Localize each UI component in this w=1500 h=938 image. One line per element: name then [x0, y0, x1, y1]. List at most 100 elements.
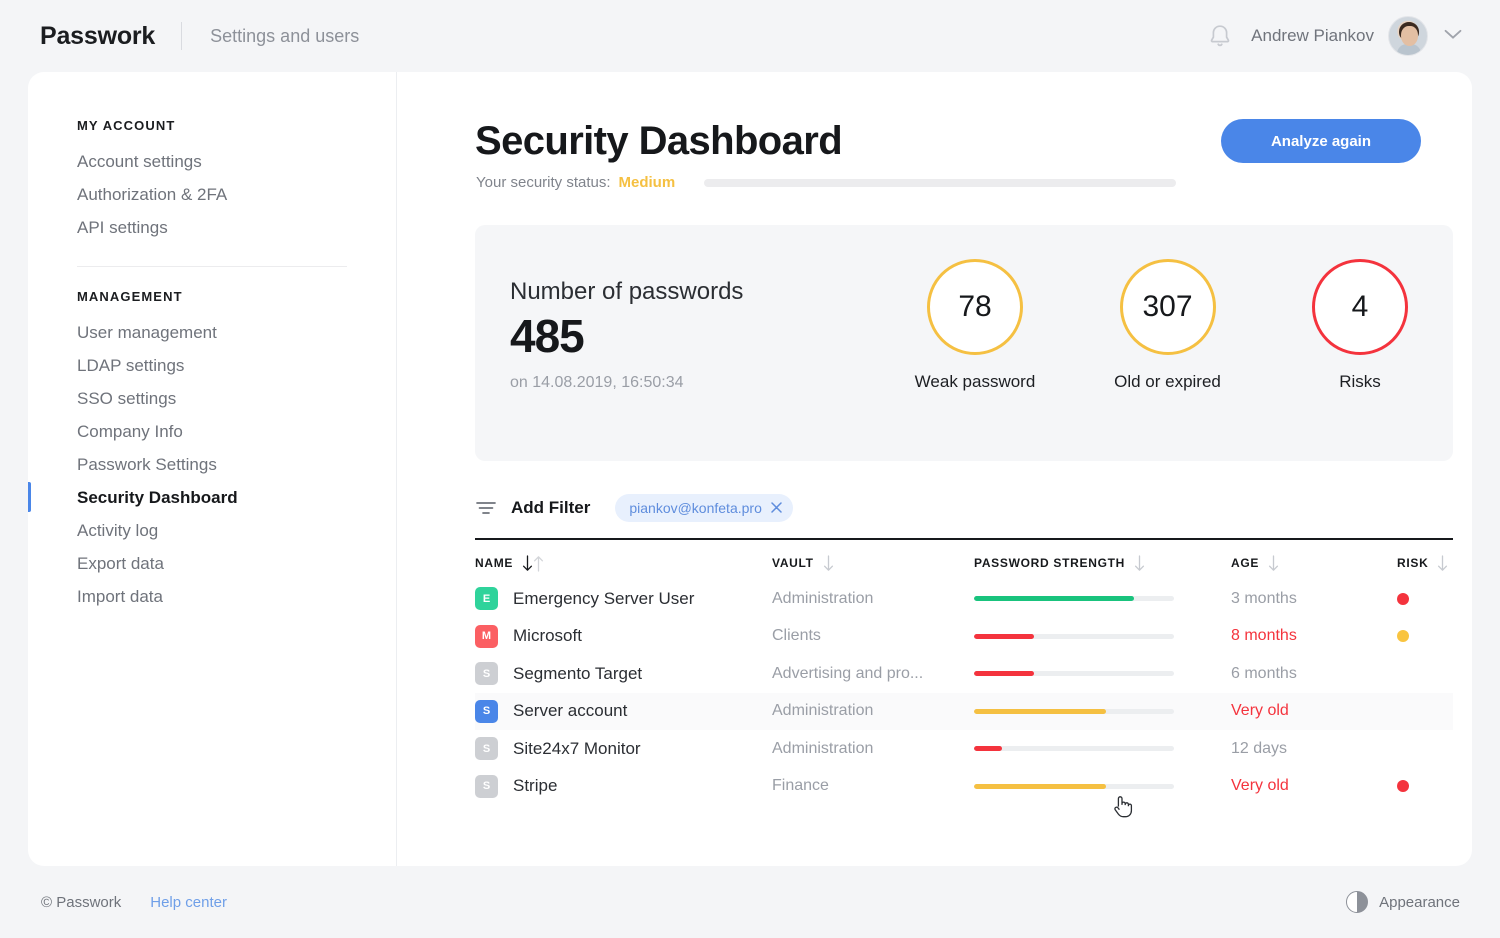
- help-center-link[interactable]: Help center: [150, 894, 227, 911]
- security-status-row: Your security status: Medium: [476, 174, 1177, 191]
- cell-password-strength: [974, 596, 1231, 602]
- table-header-age[interactable]: AGE: [1231, 554, 1397, 572]
- table-row[interactable]: S Site24x7 Monitor Administration 12 days: [475, 730, 1453, 768]
- risk-status-dot: [1397, 630, 1409, 643]
- cell-vault: Administration: [772, 702, 974, 720]
- table-header-name[interactable]: NAME: [475, 554, 772, 572]
- sidebar-item-passwork-settings[interactable]: Passwork Settings: [28, 448, 396, 481]
- chevron-down-icon[interactable]: [1444, 27, 1462, 45]
- row-vault-label: Finance: [772, 777, 829, 795]
- table-row[interactable]: E Emergency Server User Administration 3 mo…: [475, 580, 1453, 618]
- user-name[interactable]: Andrew Piankov: [1251, 26, 1374, 46]
- donut-value: 78: [958, 290, 992, 323]
- sidebar-item-api-settings[interactable]: API settings: [28, 211, 396, 244]
- table-header-label: PASSWORD STRENGTH: [974, 556, 1126, 570]
- page-title: Security Dashboard: [475, 119, 843, 163]
- table-row[interactable]: S Server account Administration Very old: [475, 692, 1453, 730]
- row-age-label: 8 months: [1231, 627, 1297, 645]
- strength-bar: [974, 708, 1174, 714]
- close-icon[interactable]: [771, 500, 782, 516]
- sort-arrow-down-icon[interactable]: [1268, 554, 1279, 572]
- app-logo[interactable]: Passwork: [40, 22, 155, 51]
- sort-arrow-down-icon[interactable]: [1437, 554, 1448, 572]
- sidebar-item-user-management[interactable]: User management: [28, 316, 396, 349]
- donut-circle: 78: [927, 259, 1023, 355]
- cell-vault: Administration: [772, 590, 974, 608]
- cell-name: E Emergency Server User: [475, 587, 772, 611]
- content-card: MY ACCOUNT Account settings Authorizatio…: [28, 72, 1472, 866]
- bell-icon[interactable]: [1207, 22, 1233, 50]
- security-status-label: Your security status:: [476, 174, 611, 191]
- row-age-label: 12 days: [1231, 739, 1288, 757]
- sidebar-item-import-data[interactable]: Import data: [28, 580, 396, 613]
- main-content: Security Dashboard Analyze again Your se…: [398, 72, 1472, 866]
- password-count-date: on 14.08.2019, 16:50:34: [510, 374, 684, 391]
- stat-donuts: 78 Weak password 307 Old or expired 4 Risks: [895, 259, 1440, 392]
- avatar[interactable]: [1388, 16, 1428, 56]
- row-age-label: Very old: [1231, 777, 1289, 795]
- sidebar-item-account-settings[interactable]: Account settings: [28, 145, 396, 178]
- table-header-label: VAULT: [772, 556, 814, 570]
- sidebar-item-export-data[interactable]: Export data: [28, 547, 396, 580]
- appearance-label: Appearance: [1379, 893, 1460, 911]
- table-header-row: NAME VAULT PASSWORD STRENGTH AGE RISK: [475, 540, 1453, 580]
- cell-password-strength: [974, 783, 1231, 789]
- cell-vault: Administration: [772, 740, 974, 758]
- cell-password-strength: [974, 633, 1231, 639]
- donut-value: 4: [1351, 290, 1369, 323]
- sidebar-item-authorization-2fa[interactable]: Authorization & 2FA: [28, 178, 396, 211]
- sidebar: MY ACCOUNT Account settings Authorizatio…: [28, 72, 397, 866]
- sort-arrow-down-icon[interactable]: [1134, 554, 1145, 572]
- avatar-face: [1401, 26, 1418, 46]
- risk-status-dot: [1397, 592, 1409, 605]
- sort-arrow-down-icon[interactable]: [823, 554, 834, 572]
- analyze-again-button[interactable]: Analyze again: [1221, 119, 1421, 163]
- sidebar-divider: [77, 266, 347, 267]
- row-avatar-badge: E: [475, 587, 498, 611]
- sort-arrows-active-icon[interactable]: [522, 554, 544, 572]
- cell-risk: [1397, 780, 1453, 793]
- cell-name: M Microsoft: [475, 624, 772, 648]
- strength-bar: [974, 783, 1174, 789]
- row-avatar-badge: S: [475, 699, 498, 723]
- sidebar-item-company-info[interactable]: Company Info: [28, 415, 396, 448]
- strength-bar-fill: [974, 746, 1002, 752]
- appearance-toggle[interactable]: Appearance: [1346, 891, 1460, 913]
- security-status-value: Medium: [618, 174, 676, 191]
- row-name-label: Stripe: [513, 776, 558, 796]
- sidebar-item-ldap-settings[interactable]: LDAP settings: [28, 349, 396, 382]
- cell-name: S Server account: [475, 699, 772, 723]
- sidebar-group-management: MANAGEMENT User management LDAP settings…: [28, 289, 396, 613]
- filter-row: Add Filter piankov@konfeta.pro: [476, 494, 793, 522]
- cell-age: 12 days: [1231, 740, 1397, 758]
- cell-age: 3 months: [1231, 590, 1397, 608]
- strength-bar: [974, 633, 1174, 639]
- row-name-label: Microsoft: [513, 626, 582, 646]
- table-header-vault[interactable]: VAULT: [772, 554, 974, 572]
- strength-bar: [974, 746, 1174, 752]
- row-age-label: 6 months: [1231, 664, 1297, 682]
- cell-risk: [1397, 592, 1453, 605]
- filter-icon[interactable]: [476, 501, 496, 515]
- add-filter-label[interactable]: Add Filter: [511, 498, 590, 518]
- table-row[interactable]: M Microsoft Clients 8 months: [475, 618, 1453, 656]
- row-avatar-badge: S: [475, 774, 498, 798]
- sidebar-item-sso-settings[interactable]: SSO settings: [28, 382, 396, 415]
- cell-password-strength: [974, 708, 1231, 714]
- donut-circle: 4: [1312, 259, 1408, 355]
- table-header-label: RISK: [1397, 556, 1429, 570]
- table-header-strength[interactable]: PASSWORD STRENGTH: [974, 554, 1231, 572]
- cell-password-strength: [974, 746, 1231, 752]
- sidebar-item-activity-log[interactable]: Activity log: [28, 514, 396, 547]
- table-row[interactable]: S Segmento Target Advertising and pro... 6 …: [475, 655, 1453, 693]
- row-vault-label: Clients: [772, 627, 821, 645]
- row-age-label: 3 months: [1231, 589, 1297, 607]
- cell-age: 6 months: [1231, 665, 1397, 683]
- sidebar-group-my-account: MY ACCOUNT Account settings Authorizatio…: [28, 72, 396, 244]
- filter-chip-email[interactable]: piankov@konfeta.pro: [615, 494, 793, 522]
- table-row[interactable]: S Stripe Finance Very old: [475, 768, 1453, 806]
- table-header-risk[interactable]: RISK: [1397, 554, 1453, 572]
- row-vault-label: Advertising and pro...: [772, 664, 924, 682]
- sidebar-item-security-dashboard[interactable]: Security Dashboard: [28, 481, 396, 514]
- table-header-label: NAME: [475, 556, 514, 570]
